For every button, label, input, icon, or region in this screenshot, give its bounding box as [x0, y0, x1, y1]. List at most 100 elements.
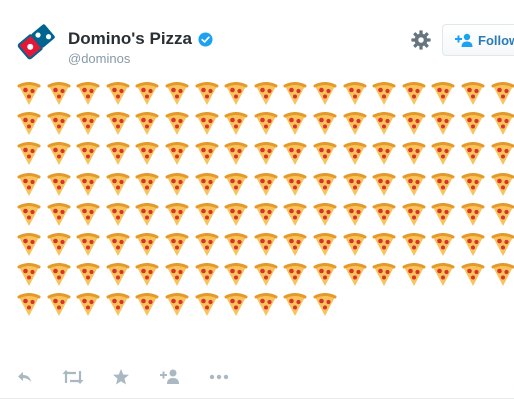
pizza-emoji-icon — [106, 233, 130, 256]
pizza-emoji-icon — [402, 172, 426, 196]
pizza-emoji-icon — [165, 172, 189, 196]
pizza-emoji-icon — [372, 142, 396, 166]
pizza-emoji-icon — [224, 112, 248, 136]
author-handle[interactable]: @dominos — [68, 51, 130, 66]
pizza-emoji-icon — [195, 233, 219, 256]
pizza-emoji-icon — [372, 233, 396, 256]
more-icon[interactable] — [209, 368, 229, 386]
pizza-emoji-icon — [402, 112, 426, 136]
follow-button[interactable]: Follow — [442, 24, 514, 56]
pizza-emoji-icon — [135, 142, 159, 166]
pizza-emoji-icon — [224, 142, 248, 166]
pizza-emoji-icon — [491, 142, 514, 166]
pizza-emoji-icon — [431, 263, 455, 287]
pizza-emoji-icon — [283, 82, 307, 105]
pizza-emoji-icon — [372, 263, 396, 287]
pizza-emoji-icon — [106, 82, 130, 105]
pizza-emoji-icon — [254, 233, 278, 256]
pizza-emoji-icon — [431, 142, 455, 166]
pizza-emoji-icon — [47, 82, 71, 105]
pizza-emoji-icon — [47, 293, 71, 317]
add-person-icon — [455, 33, 473, 47]
pizza-emoji-icon — [106, 263, 130, 287]
pizza-emoji-icon — [343, 172, 367, 196]
pizza-emoji-icon — [461, 112, 485, 136]
pizza-emoji-icon — [106, 142, 130, 166]
pizza-emoji-icon — [431, 233, 455, 256]
pizza-emoji-icon — [402, 233, 426, 256]
pizza-emoji-icon — [17, 293, 41, 317]
pizza-emoji-icon — [76, 263, 100, 287]
pizza-emoji-icon — [165, 263, 189, 287]
pizza-emoji-icon — [165, 112, 189, 136]
avatar-dominos-logo[interactable] — [14, 20, 58, 64]
pizza-emoji-icon — [106, 112, 130, 136]
pizza-emoji-icon — [372, 112, 396, 136]
pizza-emoji-icon — [283, 263, 307, 287]
pizza-emoji-icon — [343, 233, 367, 256]
pizza-emoji-icon — [76, 112, 100, 136]
pizza-emoji-icon — [17, 263, 41, 287]
pizza-emoji-icon — [372, 202, 396, 226]
pizza-emoji-icon — [431, 202, 455, 226]
pizza-emoji-icon — [17, 112, 41, 136]
pizza-emoji-icon — [195, 263, 219, 287]
verified-badge-icon — [198, 31, 213, 47]
pizza-emoji-icon — [431, 112, 455, 136]
pizza-emoji-icon — [254, 142, 278, 166]
pizza-emoji-icon — [195, 293, 219, 317]
pizza-emoji-icon — [461, 82, 485, 105]
pizza-emoji-icon — [224, 233, 248, 256]
pizza-emoji-icon — [47, 172, 71, 196]
pizza-emoji-icon — [283, 112, 307, 136]
pizza-emoji-icon — [165, 202, 189, 226]
pizza-emoji-icon — [17, 82, 41, 105]
pizza-emoji-icon — [47, 142, 71, 166]
pizza-emoji-icon — [283, 172, 307, 196]
pizza-emoji-icon — [461, 172, 485, 196]
pizza-emoji-icon — [283, 202, 307, 226]
pizza-emoji-icon — [47, 233, 71, 256]
pizza-emoji-icon — [343, 112, 367, 136]
pizza-emoji-icon — [165, 142, 189, 166]
pizza-emoji-icon — [313, 293, 337, 317]
pizza-emoji-icon — [283, 293, 307, 317]
pizza-emoji-icon — [254, 112, 278, 136]
retweet-icon[interactable] — [62, 368, 84, 386]
pizza-emoji-icon — [17, 233, 41, 256]
author-name-row[interactable]: Domino's Pizza — [68, 29, 213, 49]
pizza-emoji-icon — [165, 82, 189, 105]
pizza-emoji-icon — [254, 263, 278, 287]
pizza-emoji-icon — [254, 202, 278, 226]
pizza-emoji-icon — [402, 202, 426, 226]
pizza-emoji-icon — [491, 202, 514, 226]
pizza-emoji-icon — [313, 263, 337, 287]
pizza-emoji-icon — [343, 82, 367, 105]
pizza-emoji-icon — [135, 172, 159, 196]
pizza-emoji-icon — [165, 233, 189, 256]
pizza-emoji-icon — [76, 202, 100, 226]
pizza-emoji-icon — [17, 142, 41, 166]
pizza-emoji-icon — [402, 142, 426, 166]
pizza-emoji-icon — [106, 293, 130, 317]
pizza-emoji-icon — [224, 172, 248, 196]
pizza-emoji-icon — [313, 112, 337, 136]
pizza-emoji-icon — [47, 202, 71, 226]
gear-icon[interactable] — [410, 29, 432, 51]
pizza-emoji-icon — [195, 142, 219, 166]
reply-icon[interactable] — [16, 368, 34, 386]
pizza-emoji-icon — [372, 172, 396, 196]
pizza-emoji-icon — [431, 82, 455, 105]
pizza-emoji-icon — [224, 202, 248, 226]
pizza-emoji-icon — [135, 263, 159, 287]
pizza-emoji-icon — [254, 172, 278, 196]
author-name[interactable]: Domino's Pizza — [68, 29, 192, 49]
pizza-emoji-icon — [195, 82, 219, 105]
favorite-icon[interactable] — [112, 368, 130, 386]
pizza-emoji-icon — [195, 202, 219, 226]
pizza-emoji-icon — [195, 112, 219, 136]
pizza-emoji-icon — [491, 233, 514, 256]
follow-user-icon[interactable] — [160, 368, 180, 386]
pizza-emoji-icon — [254, 82, 278, 105]
pizza-emoji-icon — [165, 293, 189, 317]
